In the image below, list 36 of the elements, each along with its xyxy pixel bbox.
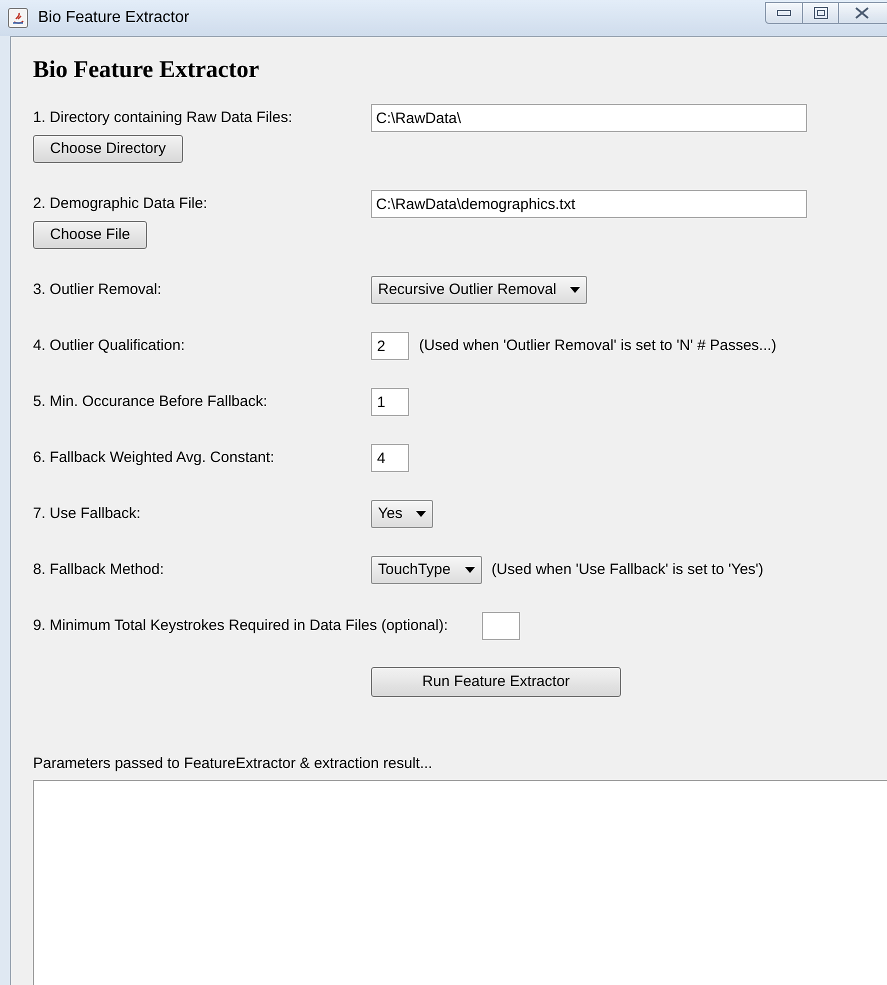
dropdown[interactable]: Recursive Outlier Removal [371,276,588,304]
close-button[interactable] [839,2,887,24]
path-field[interactable]: C:\RawData\ [371,104,807,132]
number-field[interactable]: 4 [371,444,409,472]
caret-icon [416,511,426,517]
heading: Bio Feature Extractor [33,56,260,85]
minimize-button[interactable] [765,2,803,24]
field-label: 9. Minimum Total Keystrokes Required in Data Files (optional): [33,616,449,636]
dropdown[interactable]: Yes [371,500,434,528]
minimize-icon [777,10,791,16]
field-label: 2. Demographic Data File: [33,194,208,214]
run-button[interactable]: Run Feature Extractor [371,667,621,697]
field-label: 7. Use Fallback: [33,504,142,524]
maximize-icon [814,7,828,19]
number-field[interactable]: 2 [371,332,409,360]
caret-icon [464,567,475,573]
path-field[interactable]: C:\RawData\demographics.txt [371,190,807,218]
number-field[interactable] [482,612,520,640]
choose-button[interactable]: Choose Directory [33,135,183,163]
field-label: 5. Min. Occurance Before Fallback: [33,392,268,412]
field-label: 4. Outlier Qualification: [33,336,186,356]
hint-text: (Used when 'Outlier Removal' is set to 'N' # Passes...) [419,336,776,356]
app-icon [8,8,28,28]
dropdown[interactable]: TouchType [371,556,482,584]
field-label: 8. Fallback Method: [33,560,165,580]
maximize-button[interactable] [803,2,839,24]
close-icon [855,7,869,19]
output-label: Parameters passed to FeatureExtractor & extraction result... [33,754,434,774]
choose-button[interactable]: Choose File [33,221,148,249]
field-label: 6. Fallback Weighted Avg. Constant: [33,448,276,468]
field-label: 3. Outlier Removal: [33,280,162,300]
field-label: 1. Directory containing Raw Data Files: [33,108,294,128]
caret-icon [570,287,580,293]
hint-text: (Used when 'Use Fallback' is set to 'Yes') [492,560,764,580]
window-title: Bio Feature Extractor [38,8,190,28]
number-field[interactable]: 1 [371,388,409,416]
